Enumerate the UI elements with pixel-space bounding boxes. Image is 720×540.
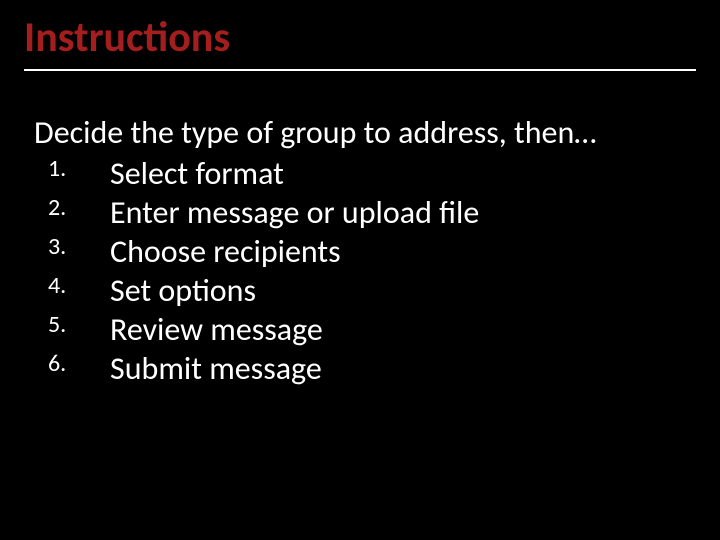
list-item: Set options bbox=[80, 271, 686, 310]
slide: Instructions Decide the type of group to… bbox=[0, 0, 720, 540]
slide-body: Decide the type of group to address, the… bbox=[0, 71, 720, 388]
list-item: Choose recipients bbox=[80, 232, 686, 271]
list-item: Select format bbox=[80, 154, 686, 193]
list-item: Submit message bbox=[80, 349, 686, 388]
steps-list: Select format Enter message or upload fi… bbox=[34, 154, 686, 388]
list-item: Review message bbox=[80, 310, 686, 349]
intro-text: Decide the type of group to address, the… bbox=[34, 113, 686, 152]
title-area: Instructions bbox=[0, 0, 720, 71]
slide-title: Instructions bbox=[24, 12, 696, 65]
list-item: Enter message or upload file bbox=[80, 193, 686, 232]
